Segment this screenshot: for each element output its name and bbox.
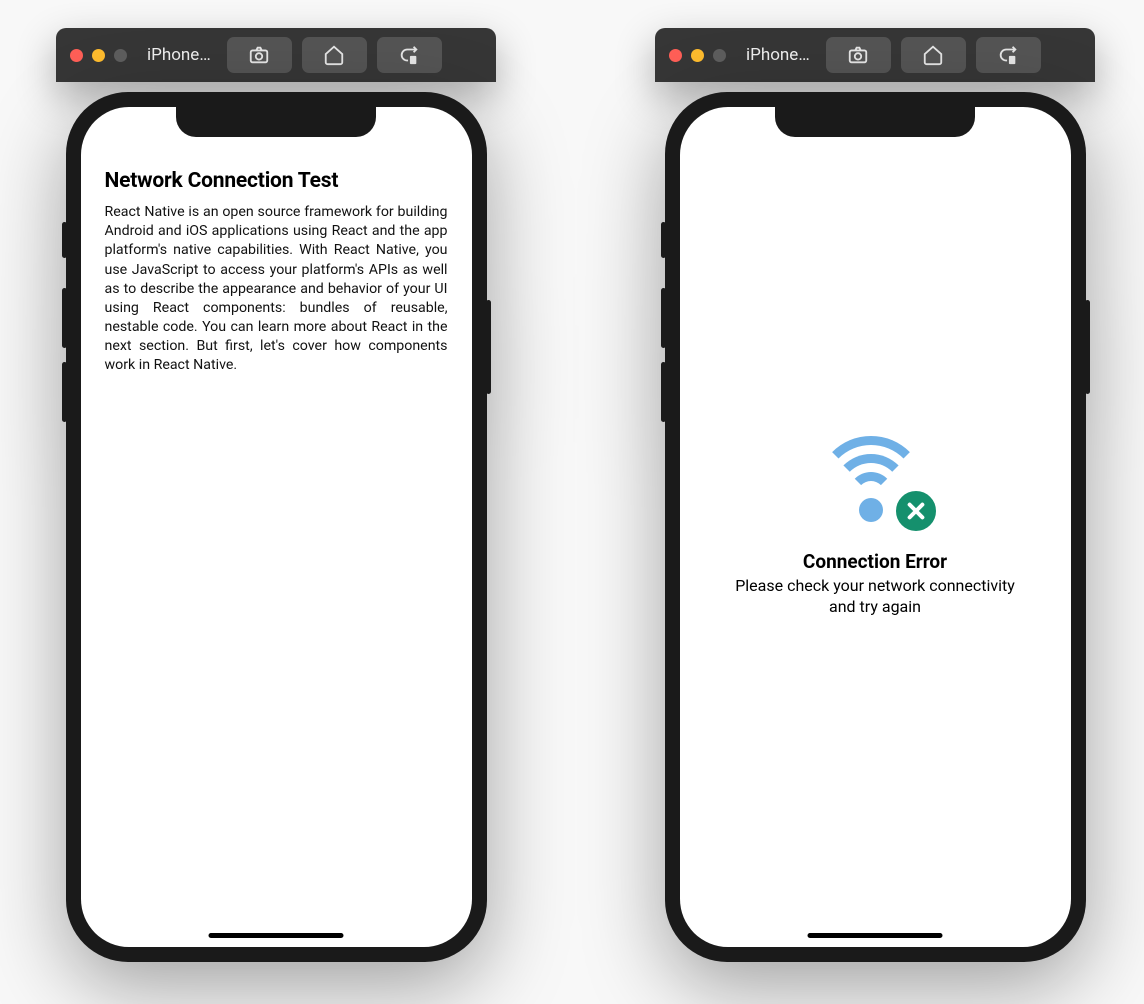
rotate-button[interactable] [377, 37, 442, 73]
wifi-error-icon [815, 436, 935, 532]
screenshot-icon [847, 44, 869, 66]
phone-screen[interactable]: Connection Error Please check your netwo… [680, 107, 1071, 947]
error-title: Connection Error [803, 550, 947, 573]
screenshot-button[interactable] [227, 37, 292, 73]
home-icon [323, 44, 345, 66]
phone-frame-wrap: Connection Error Please check your netwo… [655, 82, 1095, 962]
window-titlebar[interactable]: iPhone… [56, 28, 496, 82]
phone-frame: Connection Error Please check your netwo… [665, 92, 1086, 962]
power-button [1085, 300, 1090, 394]
rotate-icon [398, 44, 420, 66]
minimize-window-button[interactable] [691, 49, 704, 62]
screenshot-button[interactable] [826, 37, 891, 73]
phone-notch [775, 107, 975, 137]
window-title: iPhone… [746, 45, 810, 65]
screenshot-icon [248, 44, 270, 66]
window-titlebar[interactable]: iPhone… [655, 28, 1095, 82]
home-button[interactable] [302, 37, 367, 73]
volume-down-button [661, 362, 666, 422]
rotate-icon [997, 44, 1019, 66]
window-title: iPhone… [147, 45, 211, 65]
close-window-button[interactable] [70, 49, 83, 62]
traffic-lights [669, 49, 726, 62]
home-indicator[interactable] [209, 933, 344, 938]
home-button[interactable] [901, 37, 966, 73]
simulator-window-left: iPhone… Network Connection Test React Na… [56, 28, 496, 962]
power-button [486, 300, 491, 394]
mute-switch [62, 222, 67, 258]
traffic-lights [70, 49, 127, 62]
maximize-window-button[interactable] [114, 49, 127, 62]
connection-error-panel: Connection Error Please check your netwo… [680, 107, 1071, 947]
volume-up-button [62, 288, 67, 348]
phone-frame-wrap: Network Connection Test React Native is … [56, 82, 496, 962]
maximize-window-button[interactable] [713, 49, 726, 62]
app-content: Network Connection Test React Native is … [81, 107, 472, 396]
home-indicator[interactable] [808, 933, 943, 938]
volume-up-button [661, 288, 666, 348]
mute-switch [661, 222, 666, 258]
page-body-text: React Native is an open source framework… [105, 203, 448, 376]
home-icon [922, 44, 944, 66]
phone-notch [176, 107, 376, 137]
rotate-button[interactable] [976, 37, 1041, 73]
error-message: Please check your network connectivity a… [725, 576, 1025, 618]
close-window-button[interactable] [669, 49, 682, 62]
volume-down-button [62, 362, 67, 422]
phone-screen[interactable]: Network Connection Test React Native is … [81, 107, 472, 947]
minimize-window-button[interactable] [92, 49, 105, 62]
phone-frame: Network Connection Test React Native is … [66, 92, 487, 962]
x-badge-icon [893, 488, 939, 534]
simulator-window-right: iPhone… [655, 28, 1095, 962]
page-title: Network Connection Test [105, 169, 448, 193]
